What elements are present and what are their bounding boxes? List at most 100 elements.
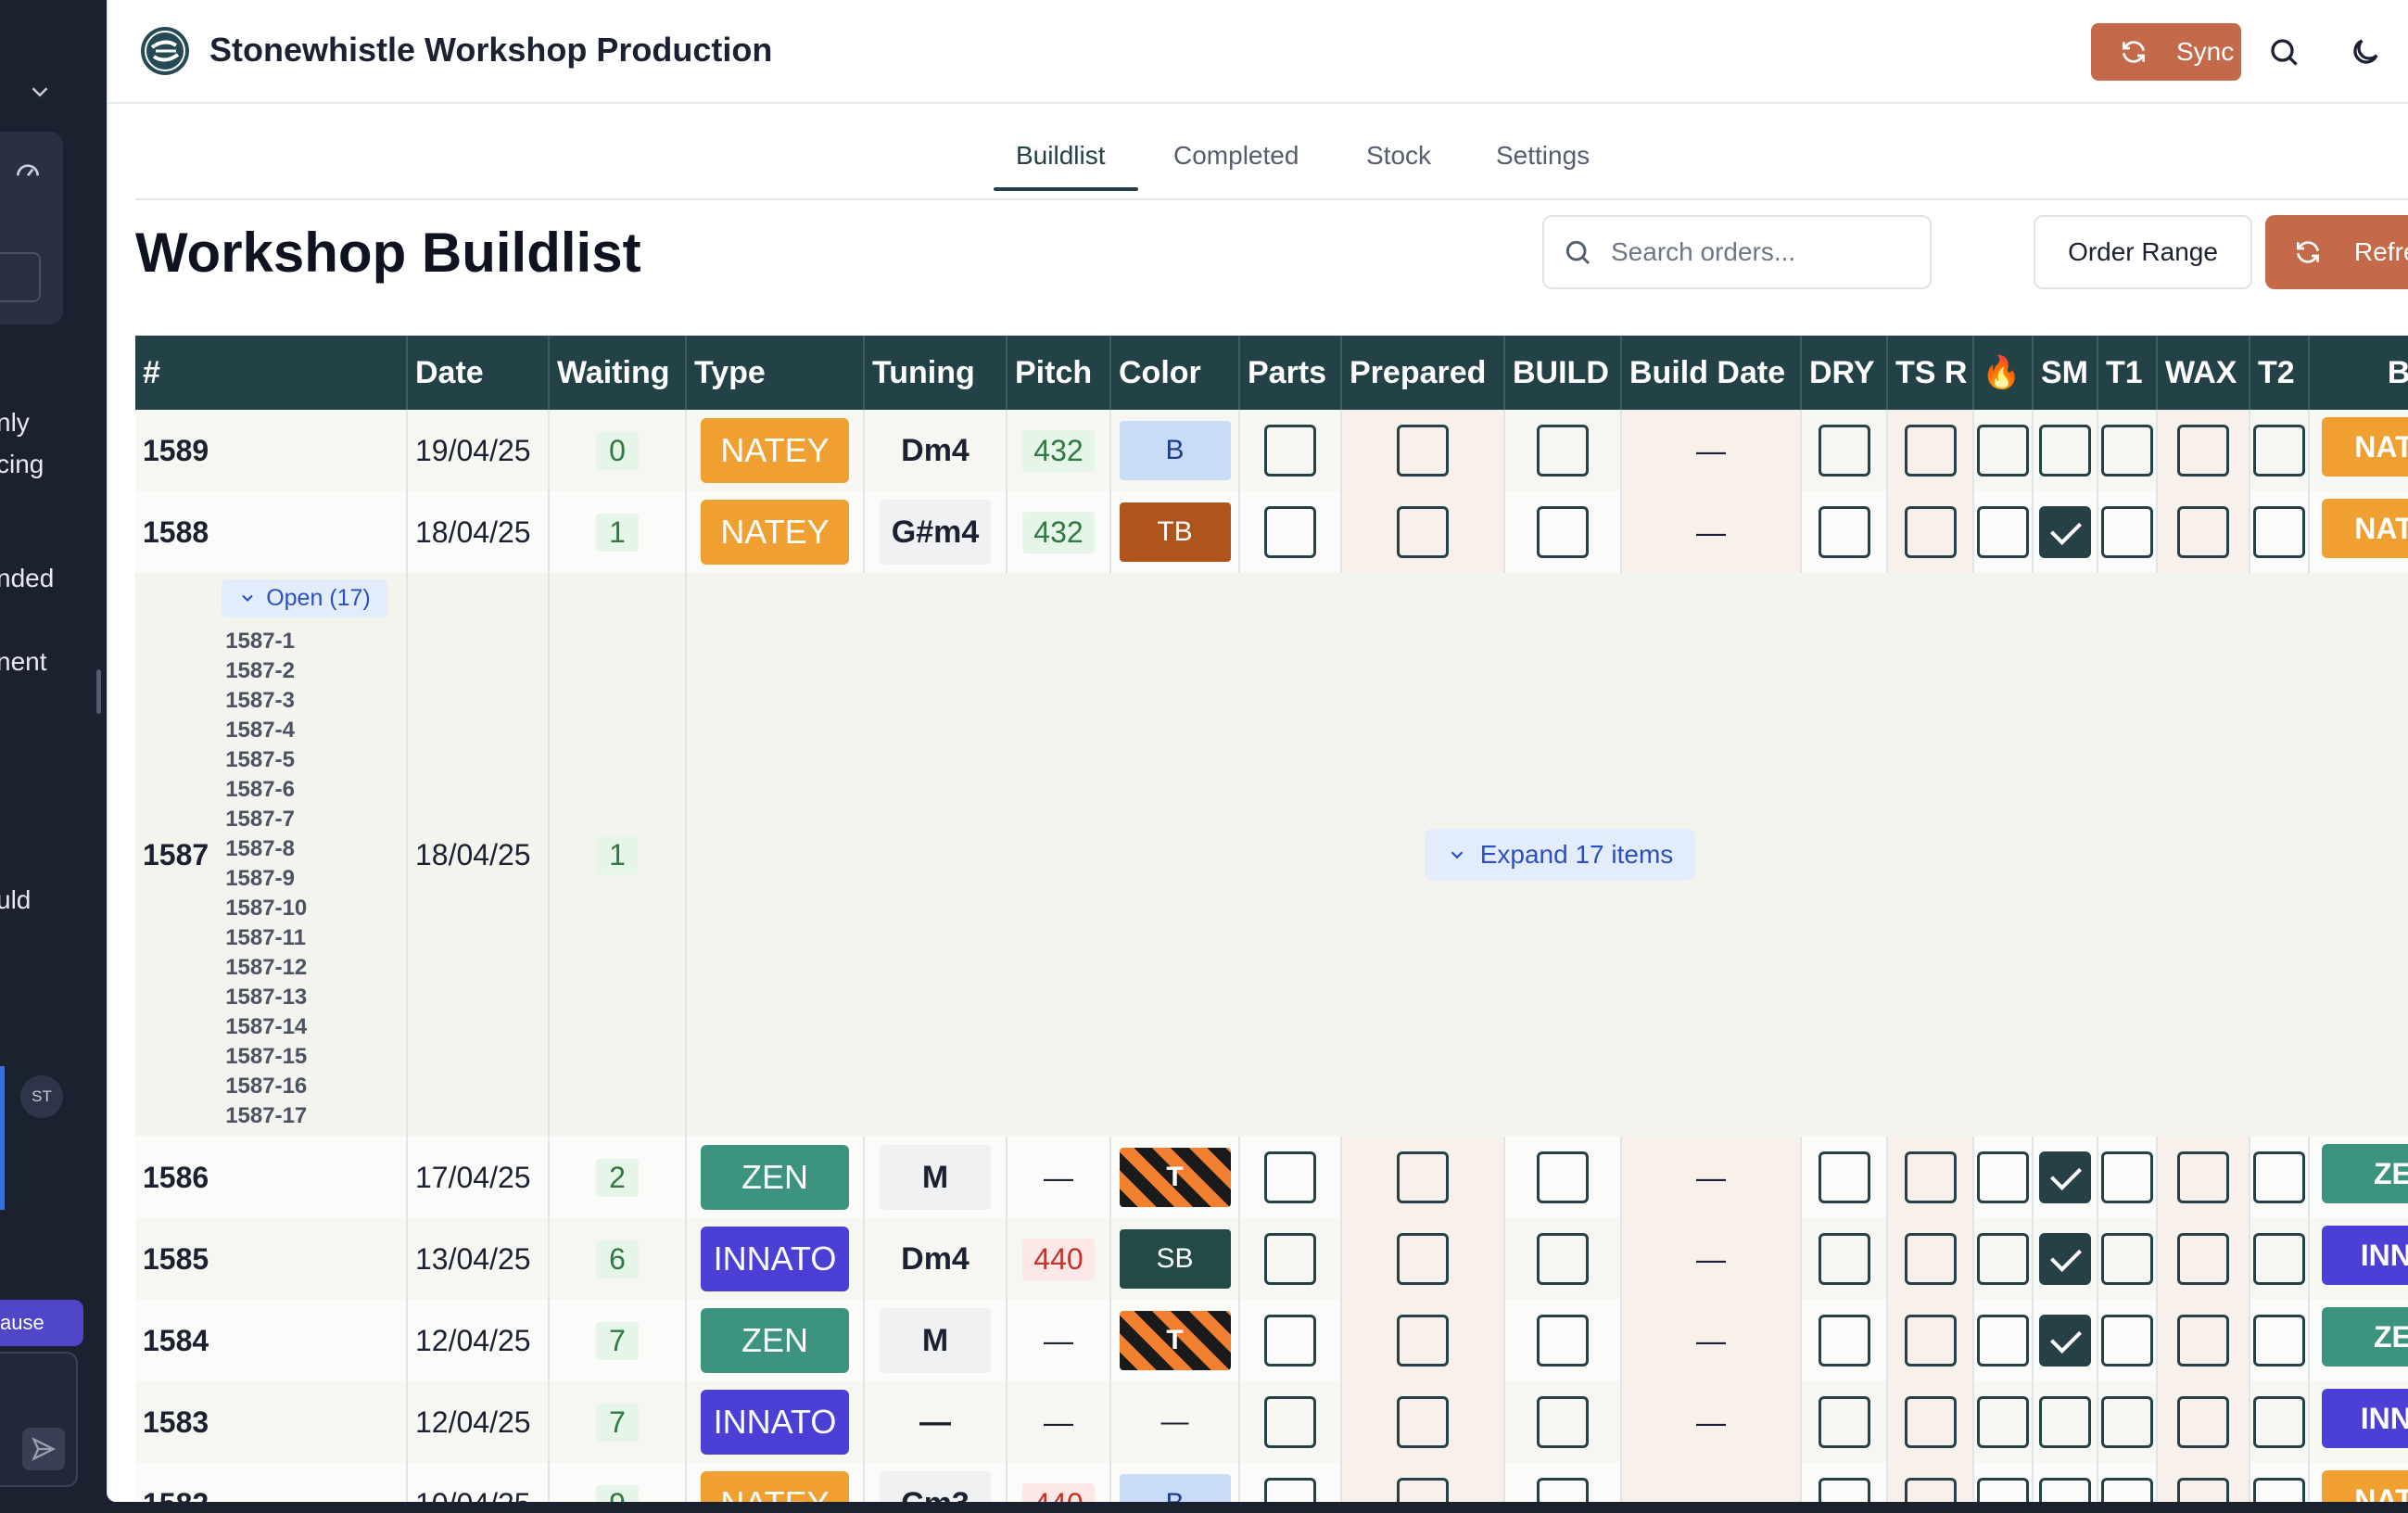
resize-handle[interactable] — [96, 669, 101, 714]
table-row[interactable]: 158412/04/25 7 ZEN M — T — ZEN — [135, 1300, 2408, 1381]
checkbox[interactable] — [1977, 1478, 2029, 1502]
checkbox[interactable] — [2101, 1396, 2153, 1448]
checkbox-checked[interactable] — [2039, 1151, 2091, 1203]
checkbox[interactable] — [2101, 1151, 2153, 1203]
color-badge[interactable]: — — [1120, 1392, 1231, 1452]
expand-button[interactable]: Expand 17 items — [1424, 829, 1696, 881]
column-header[interactable]: SM — [2033, 336, 2098, 410]
sub-item[interactable]: 1587-15 — [225, 1042, 387, 1072]
color-badge[interactable]: B — [1119, 421, 1231, 480]
moon-icon[interactable] — [2349, 35, 2382, 69]
color-badge[interactable]: B — [1119, 1474, 1231, 1502]
checkbox[interactable] — [1818, 506, 1870, 558]
checkbox[interactable] — [2101, 506, 2153, 558]
checkbox[interactable] — [2253, 1396, 2305, 1448]
column-header[interactable]: T1 — [2097, 336, 2158, 410]
checkbox[interactable] — [1264, 506, 1316, 558]
column-header[interactable]: Waiting — [549, 336, 687, 410]
sidebar-input[interactable] — [0, 252, 41, 302]
sub-item[interactable]: 1587-17 — [225, 1101, 387, 1131]
checkbox[interactable] — [1904, 506, 1957, 558]
sub-item[interactable]: 1587-8 — [225, 834, 387, 864]
color-badge[interactable]: SB — [1119, 1229, 1231, 1289]
checkbox[interactable] — [1537, 1478, 1589, 1502]
checkbox[interactable] — [1977, 1233, 2029, 1285]
checkbox[interactable] — [1818, 1233, 1870, 1285]
checkbox[interactable] — [2177, 1233, 2229, 1285]
sub-item[interactable]: 1587-1 — [225, 627, 387, 656]
column-header[interactable]: Tuning — [864, 336, 1008, 410]
checkbox[interactable] — [1818, 1151, 1870, 1203]
checkbox[interactable] — [1264, 1396, 1316, 1448]
checkbox-checked[interactable] — [2039, 1233, 2091, 1285]
column-header[interactable]: Type — [686, 336, 865, 410]
sync-button[interactable]: Sync — [2091, 23, 2241, 81]
checkbox[interactable] — [2177, 425, 2229, 477]
sub-item[interactable]: 1587-9 — [225, 864, 387, 894]
refresh-button[interactable]: Refre — [2265, 215, 2408, 289]
checkbox[interactable] — [1904, 1478, 1957, 1502]
checkbox[interactable] — [1904, 1315, 1957, 1367]
sub-item[interactable]: 1587-3 — [225, 686, 387, 716]
checkbox[interactable] — [2253, 425, 2305, 477]
column-header[interactable]: Date — [407, 336, 550, 410]
sub-item[interactable]: 1587-14 — [225, 1012, 387, 1042]
type-badge[interactable]: ZEN — [701, 1308, 849, 1373]
checkbox[interactable] — [1397, 1396, 1449, 1448]
sub-item[interactable]: 1587-13 — [225, 983, 387, 1012]
column-header[interactable]: DRY — [1801, 336, 1888, 410]
checkbox[interactable] — [2039, 1478, 2091, 1502]
checkbox[interactable] — [2177, 1151, 2229, 1203]
sub-item[interactable]: 1587-6 — [225, 775, 387, 805]
color-badge[interactable]: TB — [1119, 502, 1231, 562]
tab-completed[interactable]: Completed — [1173, 141, 1299, 171]
type-badge[interactable]: ZEN — [701, 1145, 849, 1210]
column-header[interactable]: Color — [1110, 336, 1240, 410]
checkbox[interactable] — [2253, 506, 2305, 558]
checkbox[interactable] — [2039, 425, 2091, 477]
checkbox[interactable] — [1818, 1315, 1870, 1367]
checkbox[interactable] — [1537, 506, 1589, 558]
checkbox[interactable] — [2177, 506, 2229, 558]
checkbox[interactable] — [1397, 1478, 1449, 1502]
sub-item[interactable]: 1587-4 — [225, 716, 387, 745]
checkbox[interactable] — [2039, 1396, 2091, 1448]
sub-item[interactable]: 1587-2 — [225, 656, 387, 686]
table-row[interactable]: 158617/04/25 2 ZEN M — T — ZEN — [135, 1137, 2408, 1218]
tab-settings[interactable]: Settings — [1496, 141, 1590, 171]
type-badge[interactable]: NATEY — [701, 1471, 849, 1502]
checkbox[interactable] — [2177, 1396, 2229, 1448]
checkbox[interactable] — [1977, 1396, 2029, 1448]
checkbox[interactable] — [1537, 1233, 1589, 1285]
checkbox[interactable] — [1818, 425, 1870, 477]
checkbox[interactable] — [1904, 1396, 1957, 1448]
column-header[interactable]: TS R — [1887, 336, 1974, 410]
checkbox[interactable] — [1397, 425, 1449, 477]
search-icon[interactable] — [2267, 35, 2300, 69]
speedometer-icon[interactable] — [13, 156, 43, 185]
table-row[interactable]: 158818/04/25 1 NATEY G#m4 432 TB — NATE — [135, 491, 2408, 573]
checkbox[interactable] — [1397, 1233, 1449, 1285]
checkbox[interactable] — [1264, 425, 1316, 477]
checkbox[interactable] — [1264, 1315, 1316, 1367]
column-header[interactable]: # — [135, 336, 408, 410]
checkbox[interactable] — [1264, 1151, 1316, 1203]
column-header[interactable]: BA — [2309, 336, 2408, 410]
table-row[interactable]: 158513/04/25 6 INNATO Dm4 440 SB — INNA — [135, 1218, 2408, 1300]
type-badge[interactable]: NATEY — [701, 500, 849, 565]
table-row[interactable]: 158210/04/25 9 NATEY Cm3 440 B — NATE — [135, 1463, 2408, 1502]
checkbox[interactable] — [1977, 425, 2029, 477]
send-button[interactable] — [22, 1428, 65, 1470]
column-header[interactable]: Pitch — [1007, 336, 1111, 410]
checkbox[interactable] — [1977, 1315, 2029, 1367]
checkbox[interactable] — [2101, 1233, 2153, 1285]
checkbox[interactable] — [1977, 506, 2029, 558]
checkbox[interactable] — [2101, 1478, 2153, 1502]
sub-item[interactable]: 1587-12 — [225, 953, 387, 983]
checkbox[interactable] — [2177, 1478, 2229, 1502]
checkbox[interactable] — [2101, 1315, 2153, 1367]
type-badge[interactable]: INNATO — [701, 1390, 849, 1455]
sub-item[interactable]: 1587-11 — [225, 923, 387, 953]
type-badge[interactable]: NATEY — [701, 418, 849, 483]
column-header[interactable]: Build Date — [1621, 336, 1802, 410]
